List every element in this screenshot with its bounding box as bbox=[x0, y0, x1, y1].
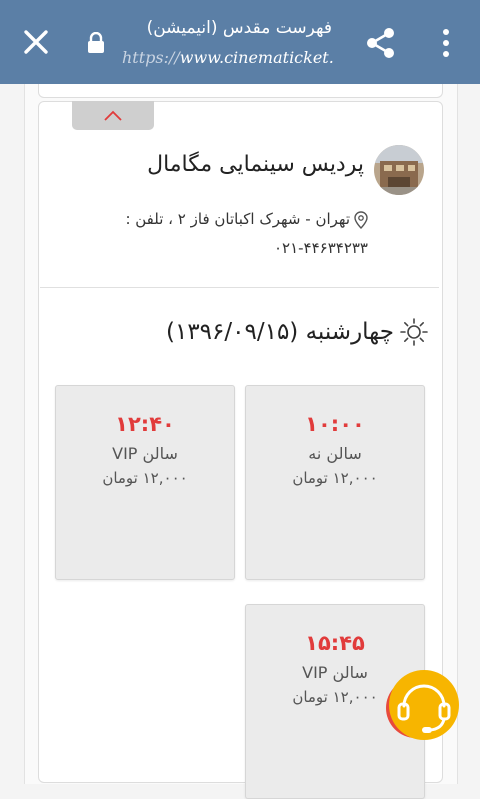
session-hall: سالن نه bbox=[308, 444, 362, 463]
divider bbox=[40, 287, 439, 288]
more-vert-icon[interactable] bbox=[436, 28, 456, 58]
session-time: ۱۵:۴۵ bbox=[305, 631, 365, 655]
phone-number[interactable]: ۰۲۱-۴۴۶۳۴۲۳۳ bbox=[274, 239, 368, 257]
day-label: چهارشنبه (۱۳۹۶/۰۹/۱۵) bbox=[165, 319, 394, 345]
cinema-avatar bbox=[374, 145, 424, 195]
cinema-address: تهران - شهرک اکباتان فاز ۲ ، تلفن : ۰۲۱-… bbox=[88, 205, 368, 263]
day-header: چهارشنبه (۱۳۹۶/۰۹/۱۵) bbox=[166, 318, 428, 346]
address-text: تهران - شهرک اکباتان فاز ۲ ، تلفن : bbox=[125, 210, 350, 228]
location-pin-icon bbox=[354, 210, 368, 229]
browser-toolbar: فهرست مقدس (انیمیشن) https://www.cinemat… bbox=[0, 0, 480, 84]
chevron-up-icon bbox=[104, 110, 122, 121]
collapse-button[interactable] bbox=[72, 101, 154, 130]
session-price: ۱۲,۰۰۰ تومان bbox=[292, 469, 378, 487]
close-icon[interactable] bbox=[20, 26, 52, 58]
url-text[interactable]: https://www.cinematicket. bbox=[122, 48, 334, 67]
support-headset-icon[interactable] bbox=[384, 668, 460, 744]
share-icon[interactable] bbox=[364, 26, 398, 60]
session-price: ۱۲,۰۰۰ تومان bbox=[102, 469, 188, 487]
sun-icon bbox=[400, 318, 428, 346]
session-hall: سالن VIP bbox=[112, 444, 178, 463]
url-host: www.cinematicket. bbox=[179, 48, 334, 67]
session-card[interactable]: ۱۰:۰۰ سالن نه ۱۲,۰۰۰ تومان bbox=[245, 385, 425, 580]
session-card[interactable]: ۱۲:۴۰ سالن VIP ۱۲,۰۰۰ تومان bbox=[55, 385, 235, 580]
previous-card bbox=[38, 84, 443, 98]
cinema-name: پردیس سینمایی مگامال bbox=[147, 152, 364, 177]
session-time: ۱۰:۰۰ bbox=[305, 412, 365, 436]
lock-icon bbox=[88, 32, 104, 53]
page-title: فهرست مقدس (انیمیشن) bbox=[146, 18, 332, 38]
session-time: ۱۲:۴۰ bbox=[115, 412, 175, 436]
url-scheme: https:// bbox=[122, 48, 180, 67]
